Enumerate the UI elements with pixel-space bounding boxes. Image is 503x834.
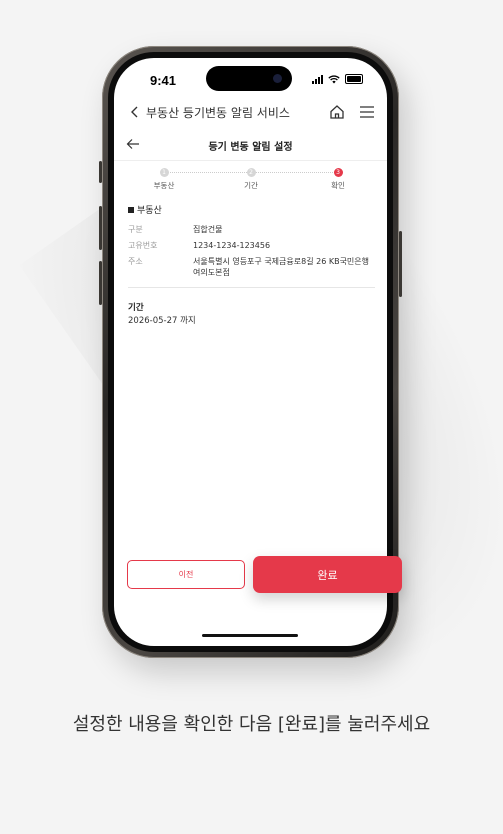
step-dot: 3 bbox=[333, 168, 343, 177]
prev-button[interactable]: 이전 bbox=[127, 560, 245, 589]
signal-icon bbox=[312, 74, 323, 84]
step-dot: 1 bbox=[159, 168, 169, 177]
status-icons bbox=[312, 74, 363, 84]
step-property: 1 부동산 bbox=[134, 168, 194, 191]
volume-down-button bbox=[99, 261, 102, 305]
volume-up-button bbox=[99, 206, 102, 250]
period-value: 2026-05-27 까지 bbox=[128, 316, 196, 326]
info-value: 서울특별시 영등포구 국제금융로8길 26 KB국민은행 여의도본점 bbox=[193, 257, 370, 277]
page-header: 등기 변동 알림 설정 bbox=[114, 130, 387, 161]
battery-icon bbox=[345, 74, 363, 84]
info-value: 집합건물 bbox=[193, 225, 223, 234]
info-key: 고유번호 bbox=[128, 241, 158, 250]
step-label: 확인 bbox=[331, 181, 345, 190]
property-heading-text: 부동산 bbox=[137, 206, 162, 216]
divider bbox=[128, 287, 375, 288]
info-key: 주소 bbox=[128, 257, 143, 266]
home-indicator bbox=[202, 634, 298, 637]
home-icon[interactable] bbox=[329, 104, 345, 120]
done-button[interactable]: 완료 bbox=[253, 556, 402, 593]
step-label: 부동산 bbox=[153, 181, 175, 190]
page-title: 등기 변동 알림 설정 bbox=[208, 141, 293, 153]
menu-icon[interactable] bbox=[359, 105, 375, 119]
info-value: 1234-1234-123456 bbox=[193, 241, 271, 250]
camera-icon bbox=[273, 74, 282, 83]
power-button bbox=[399, 231, 402, 297]
info-key: 구분 bbox=[128, 225, 143, 234]
instruction-caption: 설정한 내용을 확인한 다음 [완료]를 눌러주세요 bbox=[72, 714, 431, 735]
property-section-heading: 부동산 bbox=[128, 203, 162, 216]
app-bar: 부동산 등기변동 알림 서비스 bbox=[128, 101, 375, 123]
status-time: 9:41 bbox=[150, 73, 177, 88]
dynamic-island bbox=[206, 66, 292, 91]
step-dot: 2 bbox=[246, 168, 256, 177]
property-info: 구분 집합건물 고유번호 1234-1234-123456 주소 서울특별시 영… bbox=[128, 224, 375, 283]
app-bar-title: 부동산 등기변동 알림 서비스 bbox=[146, 105, 290, 120]
info-row-unique-number: 고유번호 1234-1234-123456 bbox=[128, 240, 375, 251]
step-period: 2 기간 bbox=[221, 168, 281, 191]
chevron-left-icon[interactable] bbox=[128, 105, 142, 119]
wifi-icon bbox=[328, 74, 340, 83]
arrow-left-icon[interactable] bbox=[126, 138, 140, 150]
step-confirm: 3 확인 bbox=[308, 168, 368, 191]
mute-switch bbox=[99, 161, 102, 183]
period-label: 기간 bbox=[128, 303, 144, 313]
square-bullet-icon bbox=[128, 206, 134, 213]
info-row-type: 구분 집합건물 bbox=[128, 224, 375, 235]
stepper: 1 부동산 2 기간 3 확인 bbox=[134, 164, 367, 198]
step-label: 기간 bbox=[244, 181, 258, 190]
info-row-address: 주소 서울특별시 영등포구 국제금융로8길 26 KB국민은행 여의도본점 bbox=[128, 256, 375, 278]
